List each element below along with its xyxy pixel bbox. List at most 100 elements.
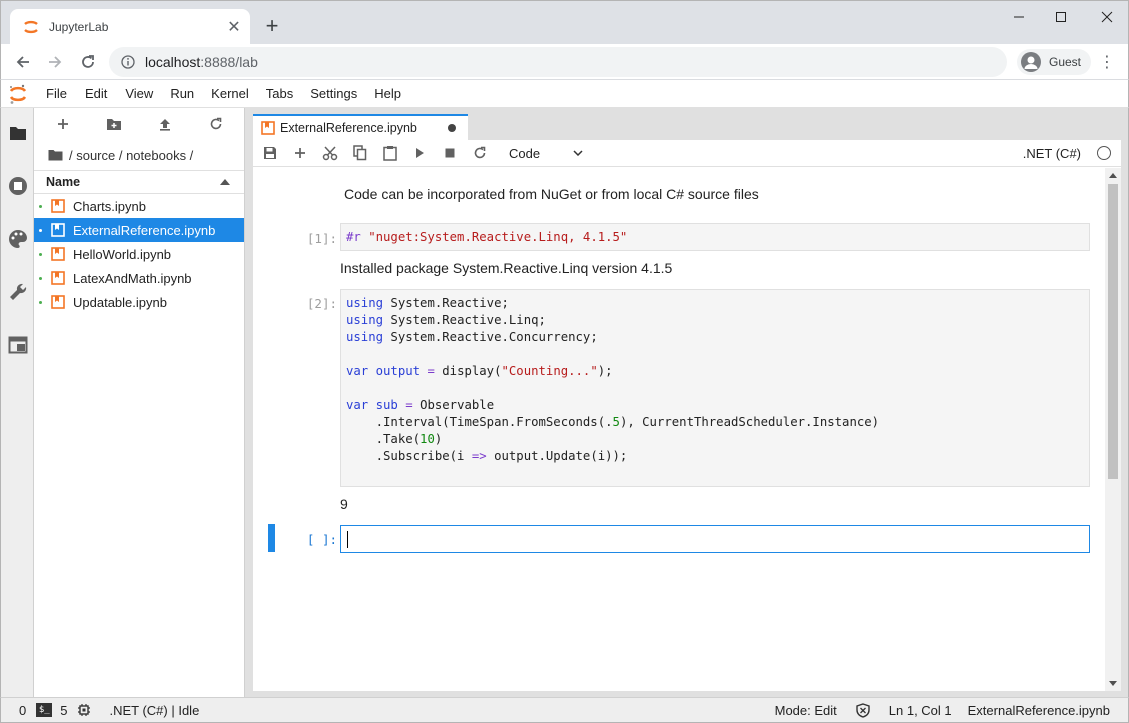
status-bar: 0 $_ 5 .NET (C#) | Idle Mode: Edit Ln 1,… xyxy=(0,697,1129,723)
markdown-cell[interactable]: Code can be incorporated from NuGet or f… xyxy=(344,186,759,202)
unsaved-indicator-icon[interactable] xyxy=(448,124,456,132)
code-token: .Subscribe(i xyxy=(346,449,472,463)
cell-type-select[interactable]: Code xyxy=(503,142,583,164)
terminal-icon[interactable]: $_ xyxy=(36,703,53,717)
profile-button[interactable]: Guest xyxy=(1017,49,1092,75)
folder-icon[interactable] xyxy=(7,122,29,144)
file-item[interactable]: Updatable.ipynb xyxy=(34,290,244,314)
cursor-position[interactable]: Ln 1, Col 1 xyxy=(889,703,952,718)
notebook-cells: Code can be incorporated from NuGet or f… xyxy=(253,168,1121,691)
jupyter-logo xyxy=(1,80,35,108)
kernel-chip-icon[interactable] xyxy=(77,703,91,717)
notebook-icon xyxy=(51,271,65,285)
menu-settings[interactable]: Settings xyxy=(304,86,363,101)
terminal-label: $_ xyxy=(36,703,53,717)
code-token: output.Update(i)); xyxy=(486,449,628,463)
back-icon[interactable] xyxy=(11,50,35,74)
menu-view[interactable]: View xyxy=(119,86,159,101)
file-item[interactable]: HelloWorld.ipynb xyxy=(34,242,244,266)
refresh-icon[interactable] xyxy=(199,112,233,136)
run-icon[interactable] xyxy=(405,141,435,165)
menu-edit[interactable]: Edit xyxy=(79,86,113,101)
new-tab-button[interactable]: + xyxy=(261,15,283,37)
profile-name: Guest xyxy=(1049,55,1082,69)
code-token: "Counting..." xyxy=(501,364,598,378)
cell-prompt: [ ]: xyxy=(306,532,337,547)
menu-help[interactable]: Help xyxy=(368,86,407,101)
url-field[interactable]: localhost:8888/lab xyxy=(109,47,1007,77)
terminal-count[interactable]: 0 xyxy=(19,703,26,718)
name-column-header[interactable]: Name xyxy=(46,175,80,189)
menu-file[interactable]: File xyxy=(40,86,73,101)
window-close-icon[interactable] xyxy=(1093,6,1121,28)
reload-icon[interactable] xyxy=(76,50,100,74)
browser-tab-title: JupyterLab xyxy=(49,20,109,34)
close-tab-icon[interactable]: ✕ xyxy=(222,15,246,39)
kernel-name[interactable]: .NET (C#) xyxy=(1023,146,1081,161)
save-icon[interactable] xyxy=(255,141,285,165)
stop-icon[interactable] xyxy=(435,141,465,165)
sort-ascending-icon xyxy=(220,179,230,185)
browser-tabstrip: JupyterLab ✕ + xyxy=(0,0,1129,45)
maximize-icon[interactable] xyxy=(1047,6,1075,28)
new-folder-icon[interactable] xyxy=(97,112,131,136)
vertical-scrollbar[interactable] xyxy=(1105,168,1121,691)
home-folder-icon[interactable] xyxy=(48,149,63,161)
kernel-status[interactable]: .NET (C#) | Idle xyxy=(109,703,199,718)
tabs-icon[interactable] xyxy=(7,334,29,356)
info-icon[interactable] xyxy=(121,55,135,69)
current-filename: ExternalReference.ipynb xyxy=(967,702,1110,718)
paste-icon[interactable] xyxy=(375,141,405,165)
active-cell-indicator xyxy=(268,524,275,552)
code-cell[interactable]: #r "nuget:System.Reactive.Linq, 4.1.5" xyxy=(340,223,1090,251)
restart-kernel-icon[interactable] xyxy=(465,141,495,165)
insert-cell-icon[interactable] xyxy=(285,141,315,165)
forward-icon[interactable] xyxy=(43,50,67,74)
code-token: .Interval(TimeSpan.FromSeconds(. xyxy=(346,415,613,429)
running-indicator xyxy=(39,204,42,208)
scrollbar-thumb[interactable] xyxy=(1108,184,1118,479)
new-launcher-icon[interactable] xyxy=(46,112,80,136)
code-token: System.Reactive.Concurrency; xyxy=(383,330,598,344)
address-bar: localhost:8888/lab Guest ⋮ xyxy=(0,44,1129,80)
code-token: Observable xyxy=(420,398,495,412)
url-path: :8888/lab xyxy=(200,54,258,70)
code-token: System.Reactive.Linq; xyxy=(383,313,546,327)
palette-icon[interactable] xyxy=(7,228,29,250)
cell-output: Installed package System.Reactive.Linq v… xyxy=(340,260,673,276)
cell-type-value: Code xyxy=(509,145,541,161)
file-item-selected[interactable]: ExternalReference.ipynb xyxy=(34,218,244,242)
file-list-header[interactable]: Name xyxy=(34,170,244,194)
minimize-icon[interactable] xyxy=(1005,6,1033,28)
menu-run[interactable]: Run xyxy=(164,86,200,101)
code-token: using xyxy=(346,313,384,327)
file-item[interactable]: Charts.ipynb xyxy=(34,194,244,218)
kernel-count[interactable]: 5 xyxy=(60,703,67,718)
active-code-cell[interactable] xyxy=(340,525,1090,553)
code-token: #r xyxy=(346,230,369,244)
running-indicator xyxy=(39,252,42,256)
code-cell[interactable]: using System.Reactive; using System.Reac… xyxy=(340,289,1090,487)
file-item[interactable]: LatexAndMath.ipynb xyxy=(34,266,244,290)
left-activity-bar xyxy=(0,108,34,697)
wrench-icon[interactable] xyxy=(7,281,29,303)
scroll-up-icon[interactable] xyxy=(1109,173,1117,178)
kernel-idle-icon xyxy=(1097,146,1111,160)
trust-shield-icon[interactable] xyxy=(856,702,870,718)
file-name: Updatable.ipynb xyxy=(73,294,167,310)
upload-icon[interactable] xyxy=(148,112,182,136)
cell-prompt: [2]: xyxy=(306,296,337,311)
copy-icon[interactable] xyxy=(345,141,375,165)
running-sessions-icon[interactable] xyxy=(7,175,29,197)
breadcrumb-path[interactable]: / source / notebooks / xyxy=(69,148,193,163)
browser-tab[interactable]: JupyterLab ✕ xyxy=(10,9,250,45)
chevron-down-icon xyxy=(573,150,583,156)
code-token: 5 xyxy=(612,415,620,429)
scroll-down-icon[interactable] xyxy=(1109,681,1117,686)
cut-icon[interactable] xyxy=(315,141,345,165)
notebook-tab[interactable]: ExternalReference.ipynb xyxy=(253,114,468,140)
browser-menu-icon[interactable]: ⋮ xyxy=(1097,50,1117,74)
menu-kernel[interactable]: Kernel xyxy=(205,86,255,101)
menu-tabs[interactable]: Tabs xyxy=(260,86,299,101)
code-token: "nuget:System.Reactive.Linq, 4.1.5" xyxy=(368,230,628,244)
